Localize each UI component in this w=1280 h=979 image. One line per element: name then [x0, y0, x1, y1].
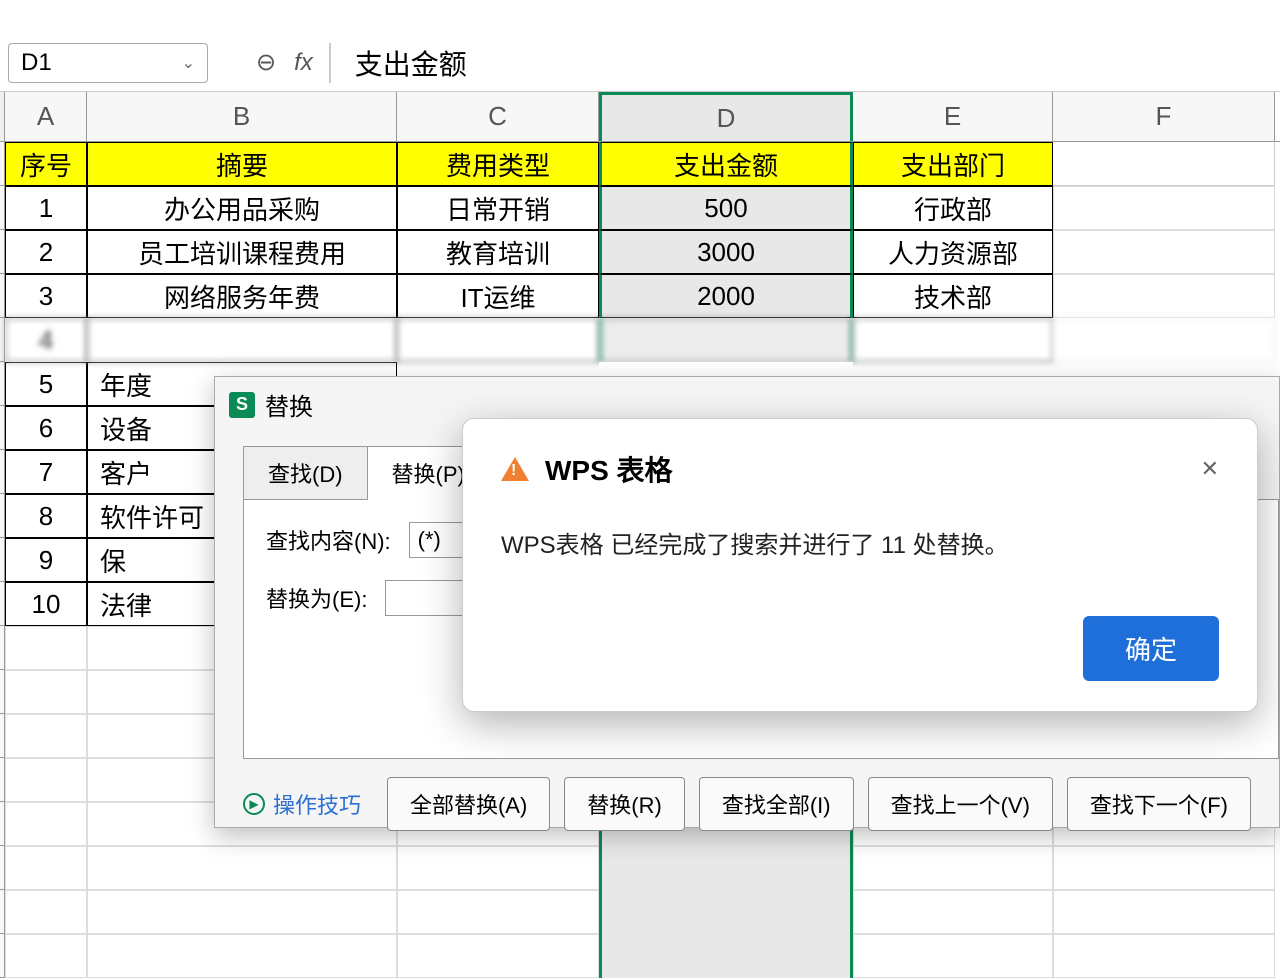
cell[interactable]: 8: [5, 494, 87, 538]
play-icon: ▶: [243, 793, 265, 815]
formula-controls: ⊖ fx: [256, 48, 313, 77]
cell[interactable]: 10: [5, 582, 87, 626]
cell[interactable]: 员工培训课程费用: [87, 230, 397, 274]
cell-reference: D1: [21, 49, 52, 77]
cell[interactable]: [1053, 318, 1275, 362]
cell[interactable]: [1053, 274, 1275, 318]
message-dialog: WPS 表格 ✕ WPS表格 已经完成了搜索并进行了 11 处替换。 确定: [462, 418, 1258, 712]
cell[interactable]: IT运维: [397, 274, 599, 318]
find-prev-button[interactable]: 查找上一个(V): [868, 777, 1053, 831]
cell[interactable]: 5: [5, 362, 87, 406]
table-row: [0, 934, 1280, 978]
header-summary[interactable]: 摘要: [87, 142, 397, 186]
table-row: 4: [0, 318, 1280, 362]
chevron-down-icon[interactable]: ⌄: [182, 53, 195, 73]
cell[interactable]: [1053, 230, 1275, 274]
table-row: [0, 890, 1280, 934]
col-header-A[interactable]: A: [5, 92, 87, 141]
table-row: 1 办公用品采购 日常开销 500 行政部: [0, 186, 1280, 230]
wps-s-icon: S: [229, 392, 255, 418]
cell[interactable]: 2000: [599, 274, 853, 318]
cell[interactable]: 教育培训: [397, 230, 599, 274]
cell[interactable]: 人力资源部: [853, 230, 1053, 274]
cell-F1[interactable]: [1053, 142, 1275, 186]
cell[interactable]: 9: [5, 538, 87, 582]
header-amount[interactable]: 支出金额: [599, 142, 853, 186]
header-seq[interactable]: 序号: [5, 142, 87, 186]
header-dept[interactable]: 支出部门: [853, 142, 1053, 186]
replace-label: 替换为(E):: [266, 582, 367, 614]
col-header-E[interactable]: E: [853, 92, 1053, 141]
cell[interactable]: [599, 318, 853, 362]
table-header-row: 序号 摘要 费用类型 支出金额 支出部门: [0, 142, 1280, 186]
operation-tips-link[interactable]: ▶ 操作技巧: [243, 788, 361, 820]
formula-bar: D1 ⌄ ⊖ fx 支出金额: [0, 34, 1280, 92]
dialog-title: 替换: [265, 387, 313, 422]
close-icon[interactable]: ✕: [1201, 456, 1219, 482]
message-header: WPS 表格 ✕: [501, 449, 1219, 489]
col-header-C[interactable]: C: [397, 92, 599, 141]
cell[interactable]: 2: [5, 230, 87, 274]
cancel-icon[interactable]: ⊖: [256, 48, 276, 77]
find-all-button[interactable]: 查找全部(I): [699, 777, 854, 831]
table-row: [0, 846, 1280, 890]
message-title: WPS 表格: [545, 449, 673, 489]
cell[interactable]: 行政部: [853, 186, 1053, 230]
cell[interactable]: 3: [5, 274, 87, 318]
cell[interactable]: [397, 318, 599, 362]
fx-icon[interactable]: fx: [294, 49, 313, 77]
cell[interactable]: 3000: [599, 230, 853, 274]
replace-all-button[interactable]: 全部替换(A): [387, 777, 550, 831]
cell[interactable]: 6: [5, 406, 87, 450]
warning-icon: [501, 457, 529, 481]
cell[interactable]: 7: [5, 450, 87, 494]
message-body: WPS表格 已经完成了搜索并进行了 11 处替换。: [501, 525, 1219, 560]
ok-button[interactable]: 确定: [1083, 616, 1219, 681]
table-row: 2 员工培训课程费用 教育培训 3000 人力资源部: [0, 230, 1280, 274]
find-label: 查找内容(N):: [266, 524, 391, 556]
cell[interactable]: 1: [5, 186, 87, 230]
col-header-F[interactable]: F: [1053, 92, 1275, 141]
cell[interactable]: 4: [5, 318, 87, 362]
cell[interactable]: 办公用品采购: [87, 186, 397, 230]
table-row: 3 网络服务年费 IT运维 2000 技术部: [0, 274, 1280, 318]
cell[interactable]: [853, 318, 1053, 362]
cell[interactable]: 技术部: [853, 274, 1053, 318]
cell[interactable]: [1053, 186, 1275, 230]
cell[interactable]: 网络服务年费: [87, 274, 397, 318]
dialog-footer: ▶ 操作技巧 全部替换(A) 替换(R) 查找全部(I) 查找上一个(V) 查找…: [215, 759, 1279, 849]
cell[interactable]: [87, 318, 397, 362]
column-headers: A B C D E F: [0, 92, 1280, 142]
col-header-B[interactable]: B: [87, 92, 397, 141]
cell[interactable]: 日常开销: [397, 186, 599, 230]
find-next-button[interactable]: 查找下一个(F): [1067, 777, 1251, 831]
header-type[interactable]: 费用类型: [397, 142, 599, 186]
cell[interactable]: 500: [599, 186, 853, 230]
replace-button[interactable]: 替换(R): [564, 777, 685, 831]
message-title-row: WPS 表格: [501, 449, 673, 489]
cell-name-box[interactable]: D1 ⌄: [8, 43, 208, 83]
tab-find[interactable]: 查找(D): [243, 446, 367, 500]
col-header-D[interactable]: D: [599, 92, 853, 141]
tips-label: 操作技巧: [273, 788, 361, 820]
formula-input[interactable]: 支出金额: [329, 43, 467, 83]
